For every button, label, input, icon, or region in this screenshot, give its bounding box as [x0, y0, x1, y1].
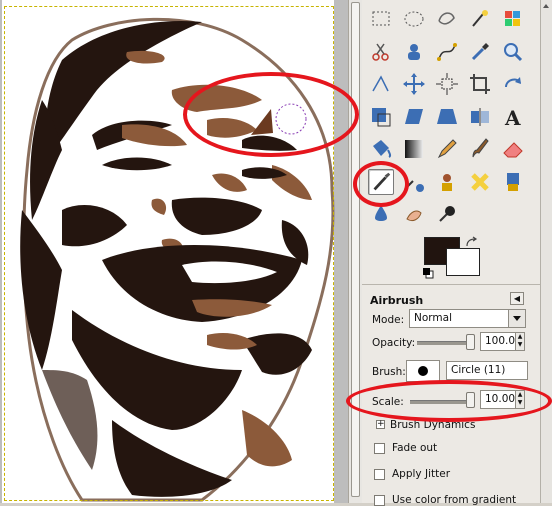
scale-slider-handle[interactable]: [466, 392, 475, 408]
paths-icon[interactable]: [434, 39, 460, 65]
apply-jitter-label: Apply Jitter: [392, 468, 451, 480]
brush-dynamics-label[interactable]: Brush Dynamics: [390, 419, 475, 431]
svg-text:A: A: [504, 106, 521, 130]
rotate-icon[interactable]: [500, 71, 526, 97]
ellipse-select-icon[interactable]: [401, 6, 427, 32]
toolbox-scrollbar[interactable]: [540, 0, 552, 503]
panel-divider: [362, 284, 540, 285]
text-icon[interactable]: A: [500, 104, 526, 130]
opacity-label: Opacity:: [372, 337, 416, 349]
perspective-icon[interactable]: [434, 104, 460, 130]
brush-label: Brush:: [372, 366, 406, 378]
color-picker-icon[interactable]: [467, 39, 493, 65]
bucket-fill-icon[interactable]: [368, 136, 394, 162]
fuzzy-select-icon[interactable]: [467, 6, 493, 32]
swap-colors-icon[interactable]: [464, 236, 478, 250]
canvas-vertical-scrollbar[interactable]: [348, 0, 362, 503]
posterized-portrait-image: [20, 17, 335, 502]
free-select-icon[interactable]: [434, 6, 460, 32]
zoom-icon[interactable]: [500, 39, 526, 65]
tool-options-title: Airbrush: [370, 294, 424, 307]
perspective-clone-icon[interactable]: [500, 169, 526, 195]
scissors-select-icon[interactable]: [368, 39, 394, 65]
scroll-up-icon[interactable]: [540, 0, 552, 12]
brush-dot-icon: [418, 366, 428, 376]
opacity-value-field[interactable]: 100.0: [480, 332, 516, 351]
scale-icon[interactable]: [368, 104, 394, 130]
scale-label: Scale:: [372, 396, 404, 408]
toolbox-panel: A Airbrush ◀ Mode: Normal Opacity: 100.0…: [362, 0, 540, 506]
color-select-icon[interactable]: [500, 6, 526, 32]
brush-name-field[interactable]: Circle (11): [446, 361, 528, 380]
chevron-down-icon[interactable]: [508, 309, 526, 328]
blend-icon[interactable]: [401, 136, 427, 162]
scale-value-field[interactable]: 10.00: [480, 390, 516, 409]
eraser-icon[interactable]: [500, 136, 526, 162]
default-colors-icon[interactable]: [422, 267, 434, 279]
move-icon[interactable]: [401, 71, 427, 97]
measure-icon[interactable]: [368, 71, 394, 97]
crop-icon[interactable]: [467, 71, 493, 97]
brush-preview-button[interactable]: [406, 360, 440, 382]
opacity-spinner[interactable]: ▲ ▼: [515, 332, 525, 351]
mode-label: Mode:: [372, 314, 405, 326]
heal-icon[interactable]: [467, 169, 493, 195]
dodge-burn-icon[interactable]: [434, 201, 460, 227]
ink-icon[interactable]: [401, 169, 427, 195]
fade-out-label: Fade out: [392, 442, 438, 454]
align-icon[interactable]: [434, 71, 460, 97]
shear-icon[interactable]: [401, 104, 427, 130]
smudge-icon[interactable]: [401, 201, 427, 227]
expand-icon[interactable]: +: [376, 420, 385, 429]
mode-select[interactable]: Normal: [409, 309, 509, 328]
opacity-slider-handle[interactable]: [466, 334, 475, 350]
rect-select-icon[interactable]: [368, 6, 394, 32]
scale-spinner[interactable]: ▲ ▼: [515, 390, 525, 409]
apply-jitter-checkbox[interactable]: [374, 469, 385, 480]
panel-menu-button[interactable]: ◀: [510, 292, 524, 305]
background-color-swatch[interactable]: [446, 248, 480, 276]
image-canvas[interactable]: [2, 0, 335, 503]
clone-icon[interactable]: [434, 169, 460, 195]
eye-brush-cursor-icon: [251, 103, 307, 135]
paintbrush-icon[interactable]: [467, 136, 493, 162]
foreground-select-icon[interactable]: [401, 39, 427, 65]
blur-icon[interactable]: [368, 201, 394, 227]
use-gradient-checkbox[interactable]: [374, 495, 385, 506]
fade-out-checkbox[interactable]: [374, 443, 385, 454]
airbrush-icon[interactable]: [368, 168, 394, 195]
flip-icon[interactable]: [467, 104, 493, 130]
pencil-icon[interactable]: [434, 136, 460, 162]
image-canvas-area[interactable]: [0, 0, 348, 503]
scale-slider[interactable]: [410, 400, 472, 404]
canvas-scrollbar-thumb[interactable]: [351, 2, 360, 497]
use-gradient-label: Use color from gradient: [392, 494, 517, 506]
